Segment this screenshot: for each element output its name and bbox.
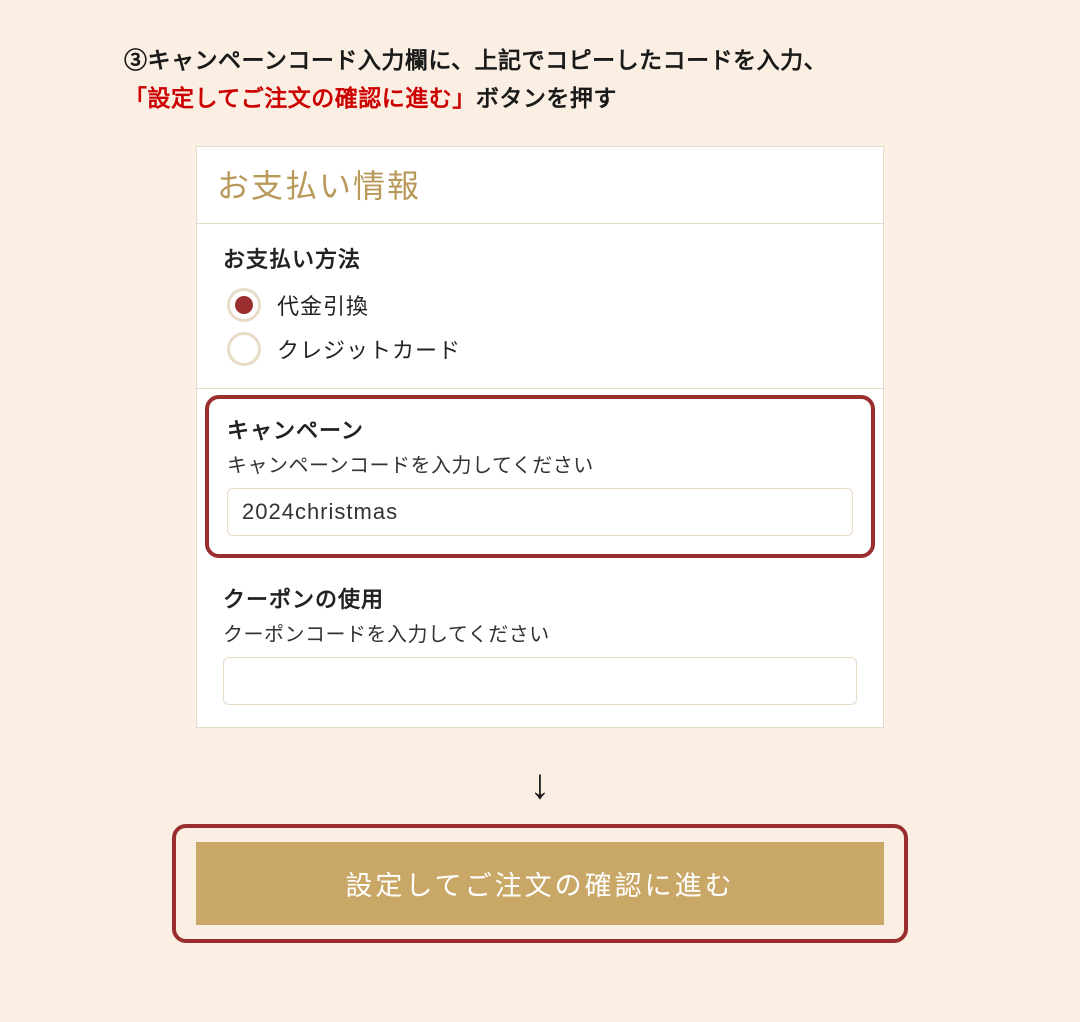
payment-method-heading: お支払い方法: [223, 242, 857, 274]
radio-label: 代金引換: [277, 289, 369, 321]
campaign-help: キャンペーンコードを入力してください: [227, 449, 853, 478]
payment-method-section: お支払い方法 代金引換 クレジットカード: [197, 224, 883, 389]
panel-title: お支払い情報: [197, 147, 883, 224]
payment-info-panel: お支払い情報 お支払い方法 代金引換 クレジットカード キャンペーン キャンペー…: [196, 146, 884, 728]
campaign-code-input[interactable]: [227, 488, 853, 536]
radio-option-credit-card[interactable]: クレジットカード: [223, 332, 857, 366]
instruction-suffix: ボタンを押す: [476, 85, 617, 111]
campaign-section-highlight: キャンペーン キャンペーンコードを入力してください: [205, 395, 875, 558]
coupon-title: クーポンの使用: [223, 582, 857, 614]
instruction-highlight: 「設定してご注文の確認に進む」: [124, 85, 476, 111]
radio-selected-icon: [227, 288, 261, 322]
coupon-section: クーポンの使用 クーポンコードを入力してください: [197, 564, 883, 727]
confirm-order-button[interactable]: 設定してご注文の確認に進む: [196, 842, 884, 925]
instruction-text: ③キャンペーンコード入力欄に、上記でコピーしたコードを入力、 「設定してご注文の…: [124, 42, 956, 118]
radio-unselected-icon: [227, 332, 261, 366]
radio-label: クレジットカード: [277, 333, 461, 365]
instruction-prefix: ③キャンペーンコード入力欄に、上記でコピーしたコードを入力、: [124, 47, 827, 73]
coupon-code-input[interactable]: [223, 657, 857, 705]
radio-option-cod[interactable]: 代金引換: [223, 288, 857, 322]
down-arrow-icon: ↓: [530, 760, 551, 808]
coupon-help: クーポンコードを入力してください: [223, 618, 857, 647]
confirm-button-highlight: 設定してご注文の確認に進む: [172, 824, 908, 943]
campaign-title: キャンペーン: [227, 413, 853, 445]
